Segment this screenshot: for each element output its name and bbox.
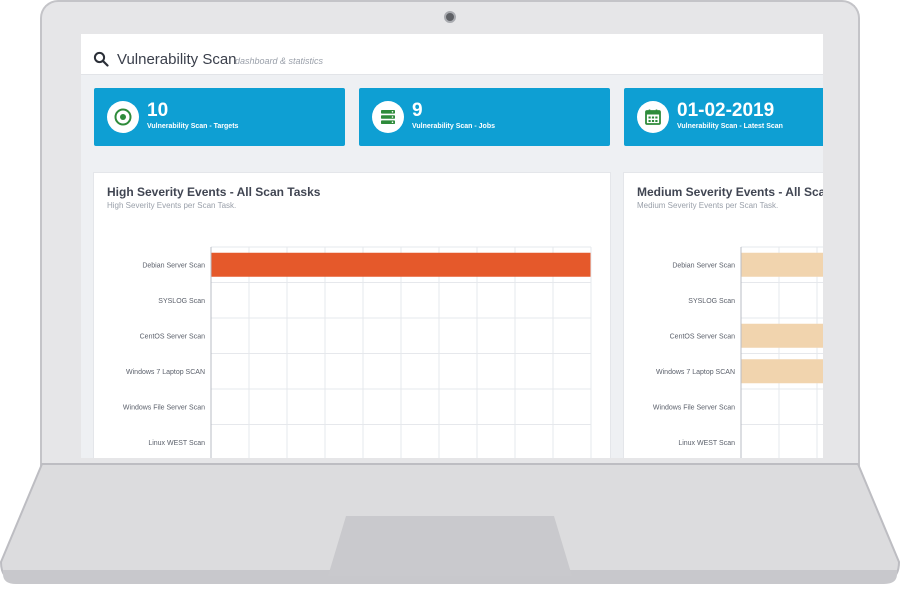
category-label: Linux WEST Scan <box>148 440 205 447</box>
top-bar: Vulnerability Scan dashboard & statistic… <box>81 34 823 75</box>
page-title: Vulnerability Scan <box>117 51 237 68</box>
stat-value: 9 <box>412 100 423 121</box>
stat-label: Vulnerability Scan - Targets <box>147 123 239 130</box>
category-label: Windows File Server Scan <box>123 404 205 411</box>
high-severity-chart: Debian Server Scan SYSLOG Scan CentOS Serv… <box>123 246 592 458</box>
stat-value: 10 <box>147 100 169 121</box>
category-label: CentOS Server Scan <box>670 333 735 340</box>
bar <box>741 323 823 348</box>
category-label: Debian Server Scan <box>142 262 205 269</box>
category-label: Windows 7 Laptop SCAN <box>126 369 205 376</box>
category-label: SYSLOG Scan <box>688 298 735 305</box>
category-label: Debian Server Scan <box>672 262 735 269</box>
bar <box>741 252 823 277</box>
stat-label: Vulnerability Scan - Latest Scan <box>677 123 783 130</box>
calendar-icon <box>637 101 669 133</box>
bar <box>741 359 823 384</box>
category-label: CentOS Server Scan <box>140 333 205 340</box>
stat-card-targets[interactable]: 10 Vulnerability Scan - Targets <box>94 88 345 146</box>
category-label: Windows File Server Scan <box>653 404 735 411</box>
medium-severity-chart: Debian Server Scan SYSLOG Scan CentOS Serv… <box>653 246 823 458</box>
stat-card-latest-scan[interactable]: 01-02-2019 Vulnerability Scan - Latest S… <box>624 88 823 146</box>
stat-value: 01-02-2019 <box>677 100 775 121</box>
search-icon[interactable] <box>93 51 109 67</box>
chart-panel-high: High Severity Events - All Scan Tasks Hi… <box>93 172 611 458</box>
category-label: Linux WEST Scan <box>678 440 735 447</box>
page-subtitle: dashboard & statistics <box>235 56 324 66</box>
bar <box>211 252 591 277</box>
stat-card-jobs[interactable]: 9 Vulnerability Scan - Jobs <box>359 88 610 146</box>
chart-panel-medium: Medium Severity Events - All Scan Tasks … <box>623 172 823 458</box>
category-label: Windows 7 Laptop SCAN <box>656 369 735 376</box>
laptop-base <box>0 463 900 584</box>
webcam <box>444 11 456 23</box>
screen: Vulnerability Scan dashboard & statistic… <box>81 34 823 458</box>
stat-label: Vulnerability Scan - Jobs <box>412 123 495 130</box>
category-label: SYSLOG Scan <box>158 298 205 305</box>
target-icon <box>107 101 139 133</box>
server-icon <box>372 101 404 133</box>
